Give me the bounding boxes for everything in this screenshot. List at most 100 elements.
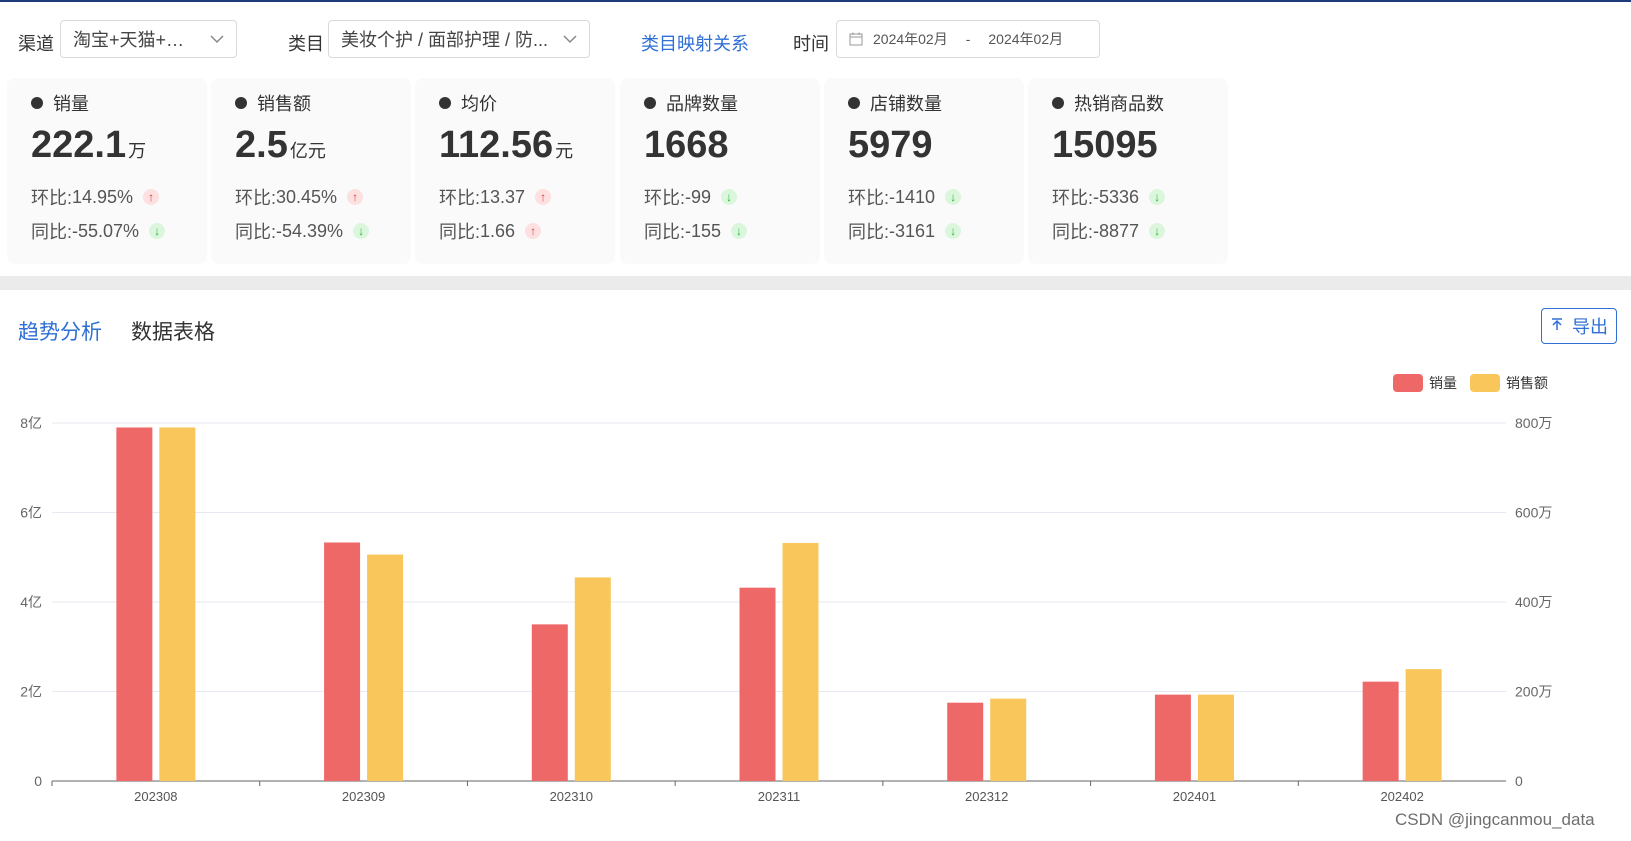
category-select-value: 美妆个护 / 面部护理 / 防...: [341, 30, 549, 50]
arrow-up-icon: ↑: [535, 189, 552, 205]
right-axis-tick-label: 800万: [1515, 415, 1552, 431]
yoy-label: 同比:: [235, 222, 277, 242]
legend-label: 销量: [1429, 375, 1457, 391]
metric-mom: 环比: -1410 ↓: [848, 184, 962, 210]
trend-bar-chart: 0 0 2亿 200万 4亿 400万 6亿 600万 8亿 800万 202308 202309 20…: [20, 374, 1552, 804]
metric-yoy: 同比: 1.66 ↑: [439, 218, 542, 244]
category-mapping-link[interactable]: 类目映射关系: [641, 30, 749, 56]
bar-sales-volume: [324, 542, 361, 781]
metric-value: 112.56 元: [439, 124, 573, 167]
left-axis-tick-label: 8亿: [20, 415, 42, 431]
x-axis-tick-label: 202309: [342, 789, 385, 804]
dot-icon: [848, 97, 860, 109]
chevron-down-icon: [563, 35, 577, 44]
mom-value: 14.95%: [72, 186, 134, 207]
right-axis-tick-label: 600万: [1515, 505, 1552, 521]
metric-yoy: 同比: -55.07% ↓: [31, 218, 166, 244]
metric-card: 热销商品数 15095 环比: -5336 ↓ 同比: -8877 ↓: [1028, 78, 1228, 264]
metric-title-text: 销量: [53, 94, 89, 114]
dot-icon: [31, 97, 43, 109]
bar-sales-amount: [367, 554, 404, 781]
left-axis-tick-label: 0: [34, 773, 42, 789]
mom-value: -1410: [889, 186, 936, 207]
bar-sales-volume: [116, 427, 153, 781]
metric-unit: 亿元: [289, 141, 326, 161]
metric-title-text: 均价: [461, 94, 497, 114]
bar-sales-amount: [990, 698, 1027, 781]
x-axis-tick-label: 202308: [134, 789, 177, 804]
bar-sales-volume: [947, 702, 984, 781]
bar-sales-amount: [159, 427, 196, 781]
bar-sales-amount: [782, 542, 819, 781]
mom-value: -5336: [1093, 186, 1140, 207]
yoy-value: -8877: [1093, 220, 1140, 241]
channel-select[interactable]: 淘宝+天猫+京东: [60, 20, 237, 58]
bar-sales-amount: [1197, 694, 1234, 781]
metric-mom: 环比: 30.45% ↑: [235, 184, 364, 210]
bar-sales-amount: [1405, 669, 1442, 781]
metric-card: 销售额 2.5 亿元 环比: 30.45% ↑ 同比: -54.39% ↓: [211, 78, 411, 264]
date-end[interactable]: 2024年02月: [988, 29, 1063, 49]
bar-sales-volume: [1362, 681, 1399, 781]
metric-value-number: 1668: [644, 124, 729, 166]
arrow-down-icon: ↓: [945, 223, 962, 239]
filter-panel: 渠道 淘宝+天猫+京东 类目 美妆个护 / 面部护理 / 防... 类目映射关系…: [0, 2, 1631, 276]
left-axis-tick-label: 2亿: [20, 684, 42, 700]
right-axis-tick-label: 200万: [1515, 684, 1552, 700]
channel-label: 渠道: [18, 34, 54, 54]
arrow-down-icon: ↓: [1149, 189, 1166, 205]
metric-title-text: 品牌数量: [666, 94, 738, 114]
yoy-value: -55.07%: [72, 220, 140, 241]
mom-value: 30.45%: [276, 186, 338, 207]
mom-label: 环比:: [644, 188, 686, 208]
category-label: 类目: [288, 34, 324, 54]
yoy-label: 同比:: [439, 222, 481, 242]
metric-value: 222.1 万: [31, 124, 146, 167]
category-select[interactable]: 美妆个护 / 面部护理 / 防...: [328, 20, 590, 58]
dot-icon: [235, 97, 247, 109]
dot-icon: [439, 97, 451, 109]
metric-mom: 环比: -5336 ↓: [1052, 184, 1166, 210]
right-axis-tick-label: 400万: [1515, 594, 1552, 610]
metric-unit: 元: [555, 141, 574, 161]
yoy-value: 1.66: [480, 220, 516, 241]
mom-label: 环比:: [439, 188, 481, 208]
arrow-down-icon: ↓: [1149, 223, 1166, 239]
dot-icon: [1052, 97, 1064, 109]
metric-value: 15095: [1052, 124, 1160, 167]
metric-value-number: 112.56: [439, 124, 554, 166]
yoy-label: 同比:: [31, 222, 73, 242]
arrow-down-icon: ↓: [149, 223, 166, 239]
date-range-picker[interactable]: 2024年02月 - 2024年02月: [836, 20, 1100, 58]
metric-title-text: 销售额: [257, 94, 311, 114]
arrow-up-icon: ↑: [525, 223, 542, 239]
metric-title: 店铺数量: [848, 90, 942, 116]
yoy-value: -155: [685, 220, 722, 241]
arrow-up-icon: ↑: [347, 189, 364, 205]
metric-value: 1668: [644, 124, 731, 167]
metric-title: 销量: [31, 90, 89, 116]
metric-value: 2.5 亿元: [235, 124, 326, 167]
legend-label: 销售额: [1506, 375, 1548, 391]
metric-title: 热销商品数: [1052, 90, 1164, 116]
date-start[interactable]: 2024年02月: [873, 29, 948, 49]
yoy-value: -54.39%: [276, 220, 344, 241]
analysis-panel: 趋势分析 数据表格 导出 0 0 2亿 200万 4亿 400万 6亿 600万 8亿 800万 2…: [0, 290, 1631, 841]
metric-mom: 环比: -99 ↓: [644, 184, 738, 210]
metric-title-text: 热销商品数: [1074, 94, 1164, 114]
metric-yoy: 同比: -3161 ↓: [848, 218, 962, 244]
bar-sales-volume: [739, 587, 776, 781]
mom-label: 环比:: [848, 188, 890, 208]
legend-swatch: [1393, 374, 1423, 392]
metric-mom: 环比: 14.95% ↑: [31, 184, 160, 210]
x-axis-tick-label: 202401: [1173, 789, 1216, 804]
bar-sales-volume: [1154, 694, 1191, 781]
arrow-down-icon: ↓: [353, 223, 370, 239]
metric-value-number: 222.1: [31, 124, 127, 166]
x-axis-tick-label: 202312: [965, 789, 1008, 804]
date-separator: -: [965, 31, 971, 47]
metric-unit: 万: [128, 141, 147, 161]
arrow-up-icon: ↑: [143, 189, 160, 205]
metric-value-number: 15095: [1052, 124, 1158, 166]
metric-title: 销售额: [235, 90, 311, 116]
